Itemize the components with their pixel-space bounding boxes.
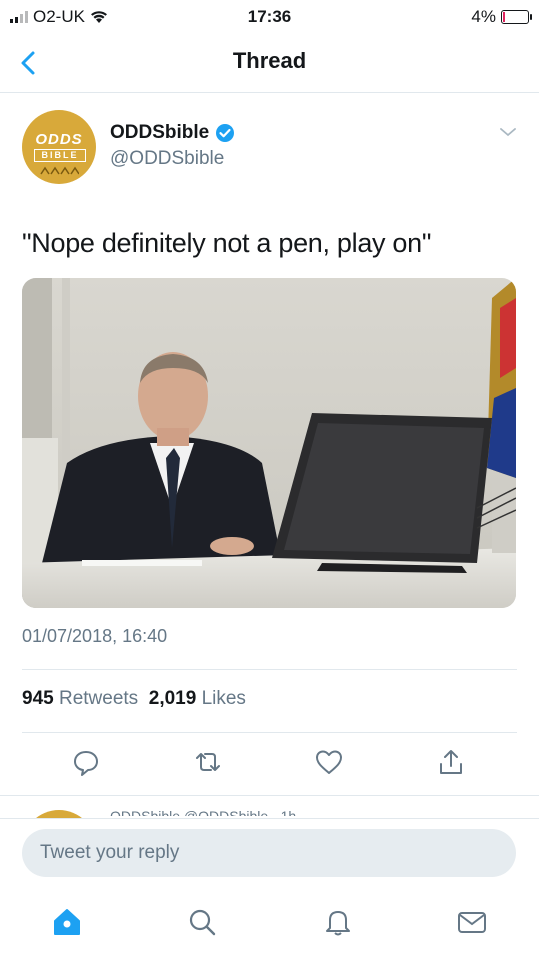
battery-icon (501, 10, 532, 24)
divider (22, 732, 517, 733)
likes-stat[interactable]: 2,019 Likes (149, 688, 246, 709)
display-name[interactable]: ODDSbible (110, 122, 209, 144)
likes-label: Likes (201, 688, 246, 709)
search-icon[interactable] (186, 906, 218, 938)
share-icon[interactable] (436, 747, 466, 777)
divider (22, 669, 517, 670)
avatar[interactable]: ODDS BIBLE (22, 110, 96, 184)
battery-indicator: 4% (471, 7, 532, 27)
retweets-label: Retweets (58, 688, 139, 709)
notifications-icon[interactable] (322, 906, 354, 938)
author-name-row[interactable]: ODDSbible (110, 122, 235, 144)
verified-badge-icon (216, 124, 235, 142)
next-tweet-header: ODDSbible @ODDSbible · 1h (110, 808, 297, 816)
engagement-stats: 945 Retweets 2,019 Likes (22, 688, 246, 710)
clock: 17:36 (247, 7, 292, 26)
retweets-stat[interactable]: 945 Retweets (22, 688, 138, 709)
author-handle[interactable]: @ODDSbible (110, 148, 224, 170)
page-title: Thread (232, 48, 307, 73)
reply-placeholder: Tweet your reply (40, 842, 180, 863)
retweet-icon[interactable] (193, 747, 223, 777)
reply-icon[interactable] (71, 747, 101, 777)
reply-input[interactable]: Tweet your reply (22, 829, 516, 877)
home-icon[interactable] (51, 906, 83, 938)
divider (0, 795, 539, 796)
tweet-timestamp: 01/07/2018, 16:40 (22, 626, 168, 646)
avatar-logo-subtext: BIBLE (34, 149, 86, 162)
status-bar: O2-UK 17:36 4% (0, 0, 539, 34)
avatar-logo-text: ODDS (35, 131, 83, 148)
chevron-down-icon[interactable] (498, 125, 518, 139)
like-icon[interactable] (314, 747, 344, 777)
tweet-media-image[interactable] (22, 278, 516, 608)
likes-count: 2,019 (148, 688, 197, 709)
battery-percent: 4% (471, 7, 496, 26)
photo-illustration (22, 278, 516, 608)
retweets-count: 945 (22, 688, 54, 709)
messages-icon[interactable] (456, 906, 488, 938)
avatar-decoration-icon (40, 166, 79, 175)
nav-bar: Thread (0, 34, 539, 93)
tweet-text: "Nope definitely not a pen, play on" (22, 228, 432, 258)
